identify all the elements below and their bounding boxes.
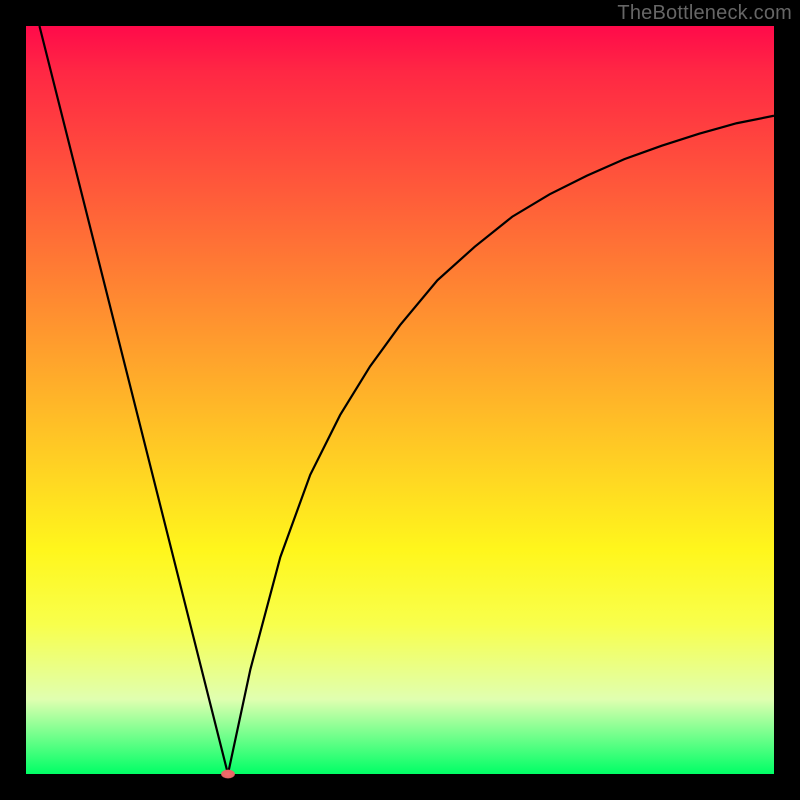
curve-path bbox=[39, 26, 774, 774]
minimum-marker bbox=[221, 770, 235, 779]
plot-area bbox=[26, 26, 774, 774]
watermark-text: TheBottleneck.com bbox=[617, 2, 792, 25]
chart-frame: TheBottleneck.com bbox=[0, 0, 800, 800]
bottleneck-curve bbox=[26, 26, 774, 774]
